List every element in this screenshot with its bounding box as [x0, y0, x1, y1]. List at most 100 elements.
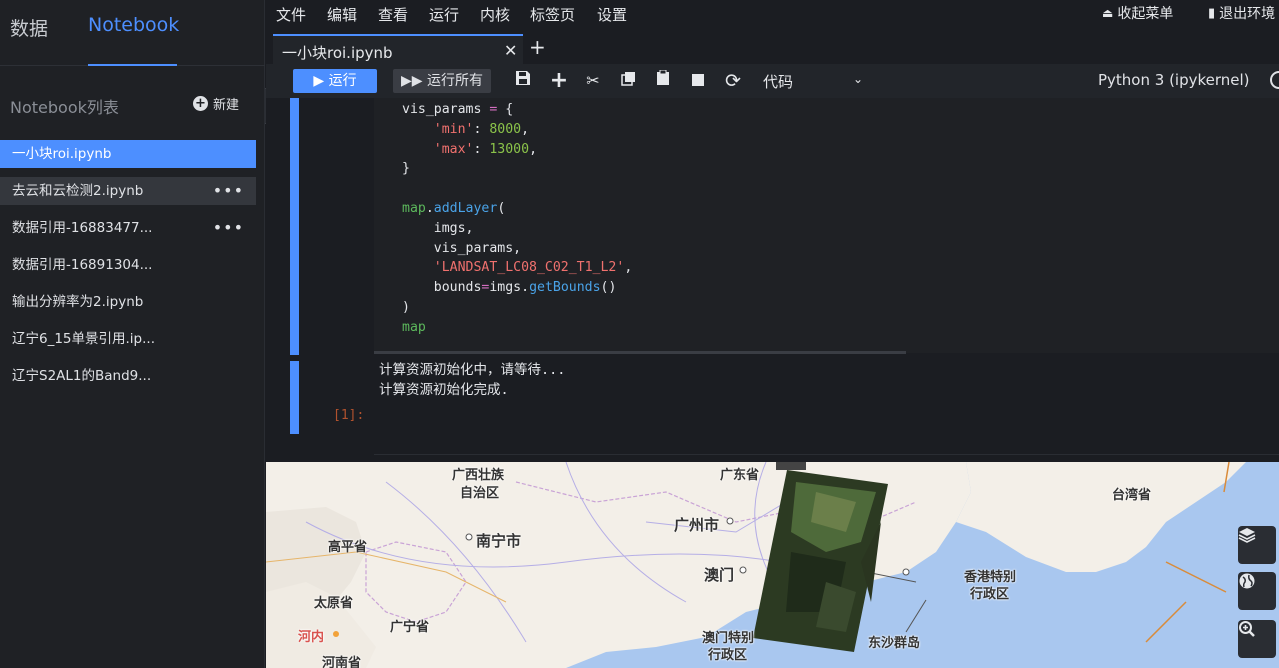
code-line: vis_params = { [402, 102, 514, 117]
close-icon[interactable]: ✕ [504, 41, 517, 60]
execution-prompt: [1]: [333, 408, 365, 423]
code-line: 'min': 8000, [433, 121, 530, 137]
chevron-down-icon: ⌄ [852, 72, 863, 86]
map-label: 广州市 [674, 516, 720, 534]
notebook-item[interactable]: 辽宁6_15单景引用.ip... [0, 325, 256, 353]
code-cell-editor[interactable]: vis_params = { 'min': 8000, 'max': 13000… [374, 98, 1279, 353]
horizontal-scrollbar[interactable] [374, 351, 906, 354]
map-label: 行政区 [708, 648, 748, 663]
plus-circle-icon: + [193, 96, 208, 111]
tab-notebook[interactable]: Notebook [88, 14, 179, 36]
code-line: } [402, 161, 410, 177]
menu-run[interactable]: 运行 [429, 4, 459, 25]
menu-bar: 文件 编辑 查看 运行 内核 标签页 设置 ⏏ 收起菜单 ▮ 退出环境 [266, 0, 1279, 26]
map-label: 澳门 [704, 566, 735, 584]
kernel-name[interactable]: Python 3 (ipykernel) [1098, 71, 1250, 89]
notebook-name: 数据引用-16891304... [12, 257, 153, 273]
eject-icon: ⏏ [1102, 6, 1114, 20]
cell-type-value: 代码 [763, 73, 794, 91]
add-cell-icon[interactable]: + [548, 70, 570, 92]
code-line: ) [402, 299, 410, 315]
sidebar-tabs: 数据 Notebook [0, 0, 265, 66]
new-notebook-button[interactable]: + 新建 [193, 94, 239, 113]
map-label: 广西壮族 [452, 468, 505, 483]
more-icon[interactable]: ••• [213, 214, 244, 242]
notebook-tab[interactable]: 一小块roi.ipynb ✕ [273, 34, 523, 64]
map-label: 太原省 [314, 596, 354, 611]
run-all-button[interactable]: ▶▶ 运行所有 [393, 69, 491, 93]
notebook-name: 数据引用-16883477... [12, 220, 153, 236]
map-label: 高平省 [328, 540, 368, 555]
notebook-item[interactable]: 辽宁S2AL1的Band9... [0, 362, 256, 390]
exit-env-label: 退出环境 [1219, 6, 1276, 22]
paste-icon[interactable] [652, 69, 674, 92]
code-line: 'max': 13000, [433, 141, 538, 157]
tab-data[interactable]: 数据 [10, 14, 48, 41]
map-label: 广东省 [720, 468, 760, 483]
menu-edit[interactable]: 编辑 [327, 4, 357, 25]
cell-type-select[interactable]: 代码 ⌄ [763, 71, 863, 93]
cell-active-bar [290, 98, 299, 355]
notebook-name: 输出分辨率为2.ipynb [12, 294, 144, 310]
code-content: vis_params = { 'min': 8000, 'max': 13000… [402, 100, 632, 338]
code-line: vis_params, [402, 240, 522, 256]
new-notebook-label: 新建 [213, 98, 240, 113]
notebook-item[interactable]: 数据引用-16883477... ••• [0, 214, 256, 242]
output-line: 计算资源初始化完成. [379, 382, 509, 398]
notebook-area: vis_params = { 'min': 8000, 'max': 13000… [266, 98, 1279, 462]
map-label: 行政区 [970, 587, 1010, 602]
notebook-name: 一小块roi.ipynb [12, 146, 112, 162]
save-icon[interactable] [512, 70, 534, 92]
menu-kernel[interactable]: 内核 [480, 4, 510, 25]
notebook-name: 辽宁6_15单景引用.ip... [12, 331, 156, 347]
output-line: 计算资源初始化中，请等待... [379, 362, 566, 378]
divider [374, 454, 1279, 455]
zoom-in-icon[interactable] [1238, 620, 1276, 658]
notebook-item[interactable]: 输出分辨率为2.ipynb [0, 288, 256, 316]
code-line: bounds=imgs.getBounds() [402, 280, 617, 296]
code-line: map.addLayer( [402, 200, 506, 216]
run-button[interactable]: ▶ 运行 [293, 69, 377, 93]
layers-icon[interactable] [1238, 526, 1276, 564]
copy-icon[interactable] [617, 70, 639, 92]
collapse-menu-label: 收起菜单 [1117, 6, 1174, 22]
menu-settings[interactable]: 设置 [597, 4, 627, 25]
globe-icon[interactable] [1238, 572, 1276, 610]
more-icon[interactable]: ••• [213, 177, 244, 205]
map-label: 东沙群岛 [868, 636, 921, 651]
tab-active-indicator [88, 64, 177, 66]
notebook-list: 一小块roi.ipynb 去云和云检测2.ipynb ••• 数据引用-16883… [0, 140, 256, 399]
exit-env-button[interactable]: ▮ 退出环境 [1208, 3, 1275, 23]
kernel-status-icon [1270, 71, 1279, 89]
menu-tabs[interactable]: 标签页 [530, 4, 575, 25]
cell-output-bar [290, 361, 299, 434]
map-label: 南宁市 [476, 532, 522, 550]
stop-icon[interactable] [687, 70, 709, 92]
map-label: 河内 [298, 630, 325, 645]
add-tab-icon[interactable]: + [529, 37, 546, 57]
notebook-item[interactable]: 去云和云检测2.ipynb ••• [0, 177, 256, 205]
menu-view[interactable]: 查看 [378, 4, 408, 25]
menu-file[interactable]: 文件 [276, 4, 306, 25]
tab-bar: 一小块roi.ipynb ✕ + [266, 30, 1279, 64]
exit-icon: ▮ [1208, 5, 1216, 21]
notebook-item[interactable]: 数据引用-16891304... [0, 251, 256, 279]
map-widget[interactable]: 广西壮族 自治区 广东省 台湾省 广州市 南宁市 高平省 澳门 香港特别 行政区… [266, 462, 1279, 668]
code-line: map [402, 319, 426, 335]
notebook-item[interactable]: 一小块roi.ipynb [0, 140, 256, 168]
code-line: imgs, [402, 220, 474, 236]
map-label: 台湾省 [1112, 488, 1152, 503]
code-line: 'LANDSAT_LC08_C02_T1_L2', [433, 260, 633, 276]
map-label: 河南省 [322, 656, 362, 668]
tab-title: 一小块roi.ipynb [282, 44, 393, 62]
map-label: 自治区 [460, 486, 500, 501]
restart-icon[interactable]: ⟳ [722, 70, 744, 92]
sidebar: 数据 Notebook Notebook列表 + 新建 一小块roi.ipynb… [0, 0, 265, 668]
notebook-toolbar: ▶ 运行 ▶▶ 运行所有 + ✂ ⟳ 代码 ⌄ Python 3 (ipyker… [266, 64, 1279, 98]
notebook-list-title: Notebook列表 [10, 98, 119, 117]
cell-output: 计算资源初始化中，请等待... 计算资源初始化完成. [379, 360, 565, 400]
notebook-name: 去云和云检测2.ipynb [12, 183, 144, 199]
collapse-menu-button[interactable]: ⏏ 收起菜单 [1102, 3, 1173, 23]
notebook-name: 辽宁S2AL1的Band9... [12, 368, 152, 384]
cut-icon[interactable]: ✂ [582, 70, 604, 92]
